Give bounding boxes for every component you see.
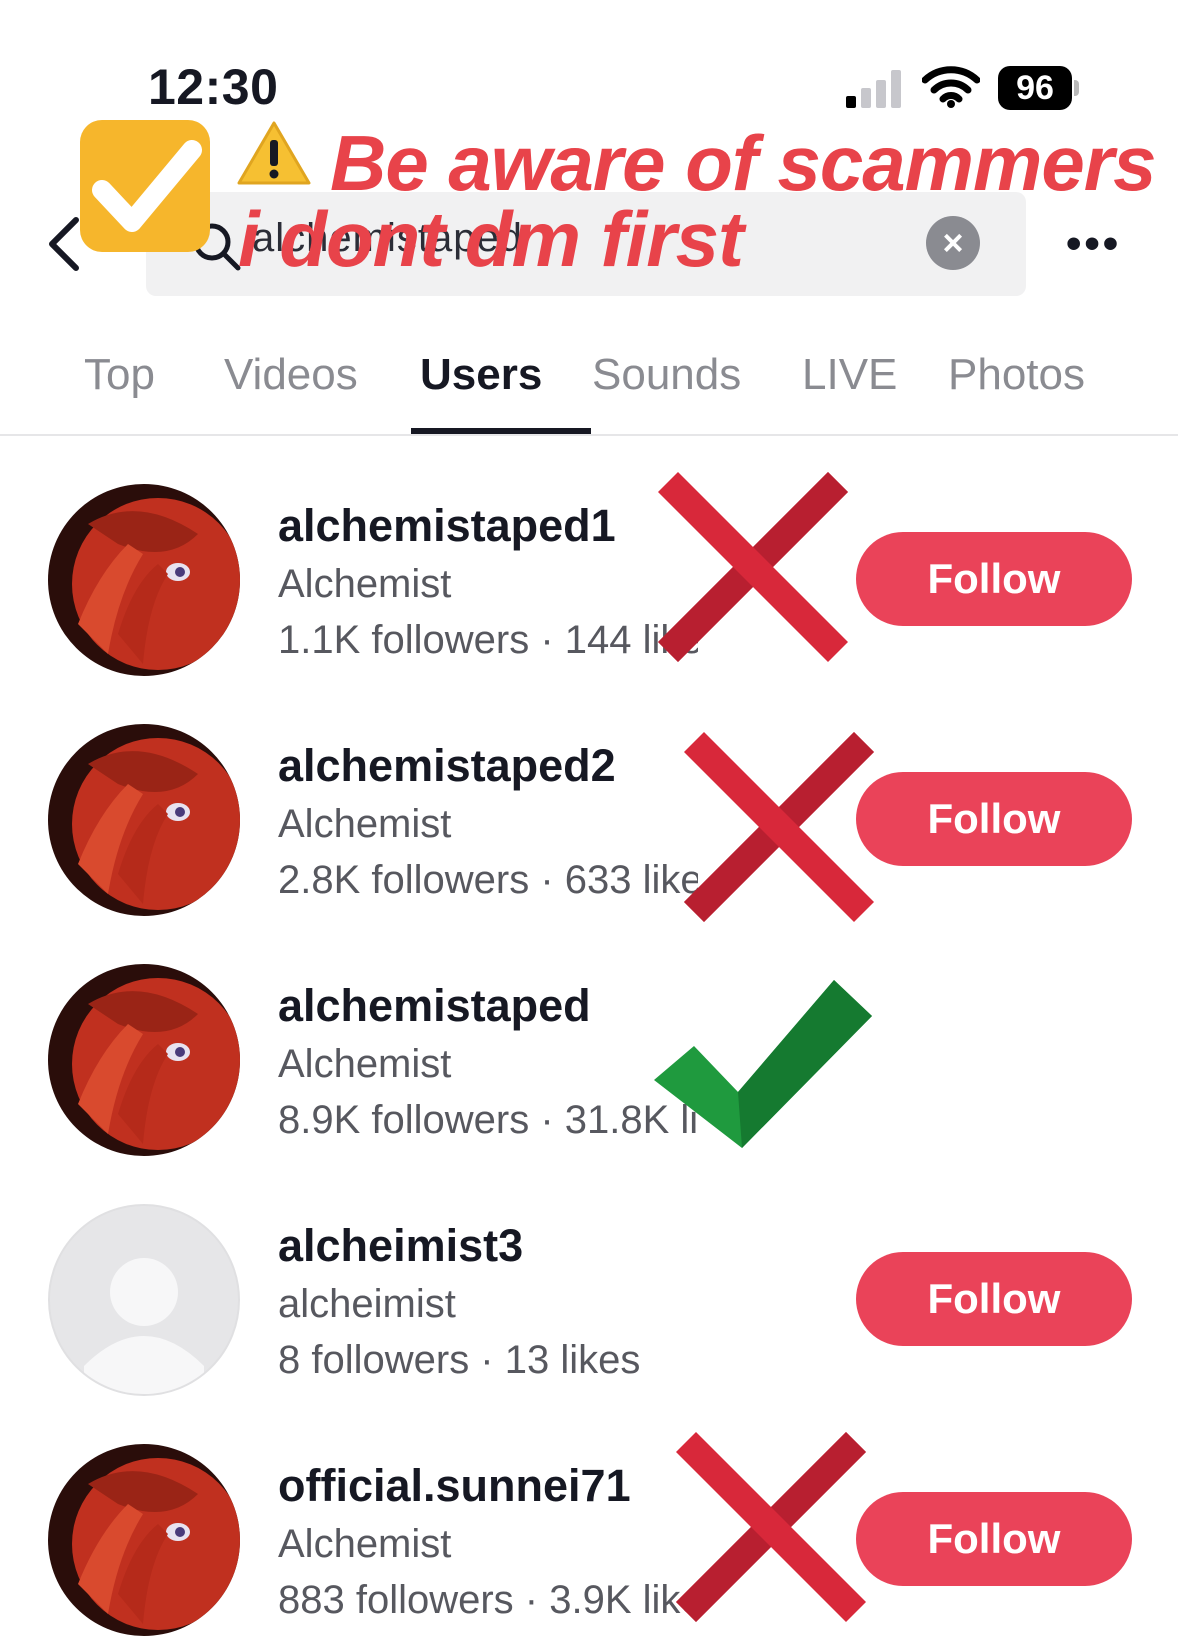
tab-live[interactable]: LIVE [802,350,897,400]
tab-top[interactable]: Top [84,350,155,400]
follow-button[interactable]: Follow [856,1252,1132,1346]
user-stats: 8.9K followers · 31.8K likes [278,1098,698,1142]
avatar[interactable] [48,724,240,916]
user-nickname: Alchemist [278,802,452,846]
battery-icon: 96 [998,66,1080,110]
wifi-icon [922,66,980,108]
checkmark-sticker-icon [80,120,210,252]
back-arrow-icon[interactable] [44,214,84,274]
follow-button[interactable]: Follow [856,1492,1132,1586]
tab-photos[interactable]: Photos [948,350,1085,400]
user-username[interactable]: alchemistaped1 [278,500,616,552]
red-x-icon [676,1432,866,1622]
avatar[interactable] [48,484,240,676]
signal-icon [846,70,901,108]
green-check-icon [654,980,872,1148]
user-nickname: Alchemist [278,562,452,606]
user-username[interactable]: alcheimist3 [278,1220,523,1272]
user-nickname: alcheimist [278,1282,456,1326]
avatar[interactable] [48,1444,240,1636]
user-nickname: Alchemist [278,1522,452,1566]
tab-videos[interactable]: Videos [224,350,358,400]
red-x-icon [684,732,874,922]
tab-users[interactable]: Users [420,350,542,400]
user-username[interactable]: alchemistaped [278,980,591,1032]
tabs-divider [0,434,1178,436]
user-stats: 883 followers · 3.9K likes [278,1578,698,1622]
scam-warning-line2: i dont dm first [238,195,744,283]
tab-sounds[interactable]: Sounds [592,350,741,400]
default-avatar-icon[interactable] [48,1204,240,1396]
user-username[interactable]: official.sunnei71 [278,1460,631,1512]
follow-button[interactable]: Follow [856,772,1132,866]
warning-icon [237,121,311,185]
clear-search-button[interactable]: × [926,216,980,270]
red-x-icon [658,472,848,662]
user-username[interactable]: alchemistaped2 [278,740,616,792]
avatar[interactable] [48,964,240,1156]
status-time: 12:30 [148,59,279,115]
user-stats: 1.1K followers · 144 likes [278,618,698,662]
follow-button[interactable]: Follow [856,532,1132,626]
user-stats: 2.8K followers · 633 likes [278,858,698,902]
more-options-icon[interactable]: ••• [1066,222,1121,266]
battery-level: 96 [998,66,1072,110]
user-stats: 8 followers · 13 likes [278,1338,641,1382]
user-nickname: Alchemist [278,1042,452,1086]
